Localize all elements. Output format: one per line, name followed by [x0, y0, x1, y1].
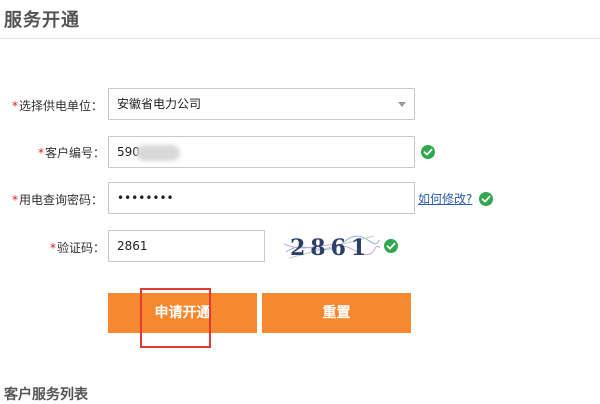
service-list-title: 客户服务列表	[4, 387, 88, 403]
captcha-input[interactable]: 2861	[108, 230, 265, 262]
required-mark: *	[38, 146, 44, 160]
password-value: ••••••••	[117, 191, 174, 205]
supplier-select-value: 安徽省电力公司	[117, 97, 202, 111]
required-mark: *	[12, 193, 18, 207]
customer-no-input[interactable]: 590	[108, 136, 415, 168]
captcha-label-text: 验证码：	[57, 241, 106, 255]
captcha-label: *验证码：	[50, 239, 105, 256]
captcha-image[interactable]: 2861	[284, 232, 380, 262]
required-mark: *	[12, 99, 18, 113]
reset-button[interactable]: 重置	[262, 293, 411, 333]
how-to-change-link[interactable]: 如何修改?	[418, 190, 472, 207]
chevron-down-icon	[398, 102, 406, 107]
password-label-text: 用电查询密码：	[19, 193, 104, 207]
captcha-value: 2861	[117, 239, 148, 253]
customer-no-label: *客户编号：	[38, 144, 105, 161]
supplier-label: *选择供电单位：	[12, 97, 103, 114]
supplier-select[interactable]: 安徽省电力公司	[108, 88, 415, 120]
captcha-text: 2861	[290, 235, 371, 261]
page-title: 服务开通	[4, 10, 80, 31]
title-divider	[0, 38, 600, 39]
check-icon	[479, 192, 493, 206]
check-icon	[384, 239, 398, 253]
password-label: *用电查询密码：	[12, 191, 103, 208]
password-input[interactable]: ••••••••	[108, 182, 415, 214]
redaction-mask	[136, 145, 180, 161]
check-icon	[421, 145, 435, 159]
customer-no-label-text: 客户编号：	[45, 146, 106, 160]
apply-button[interactable]: 申请开通	[108, 293, 257, 333]
required-mark: *	[50, 241, 56, 255]
supplier-label-text: 选择供电单位：	[19, 99, 104, 113]
